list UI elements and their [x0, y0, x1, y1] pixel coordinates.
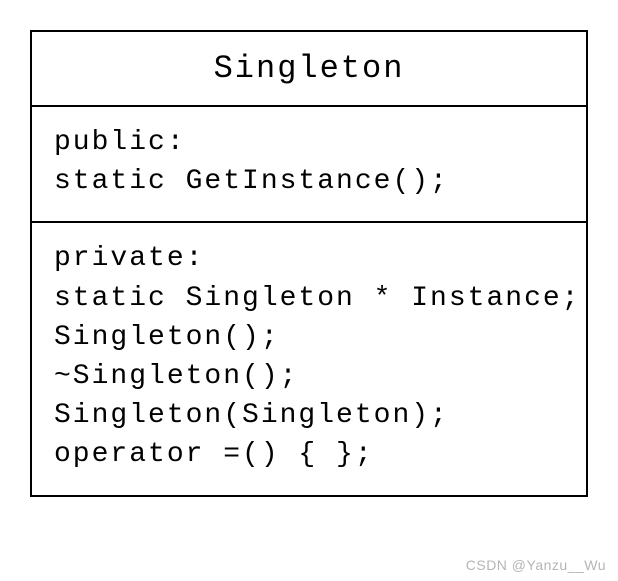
private-member: Singleton(Singleton);	[54, 396, 564, 435]
access-label-private: private:	[54, 239, 564, 278]
private-member: ~Singleton();	[54, 357, 564, 396]
private-member: operator =() { };	[54, 435, 564, 474]
private-member: Singleton();	[54, 318, 564, 357]
public-section: public: static GetInstance();	[32, 107, 586, 223]
public-member: static GetInstance();	[54, 162, 564, 201]
uml-class-box: Singleton public: static GetInstance(); …	[30, 30, 588, 497]
access-label-public: public:	[54, 123, 564, 162]
private-section: private: static Singleton * Instance; Si…	[32, 223, 586, 494]
watermark-text: CSDN @Yanzu__Wu	[466, 557, 606, 573]
private-member: static Singleton * Instance;	[54, 279, 564, 318]
class-name: Singleton	[32, 32, 586, 107]
